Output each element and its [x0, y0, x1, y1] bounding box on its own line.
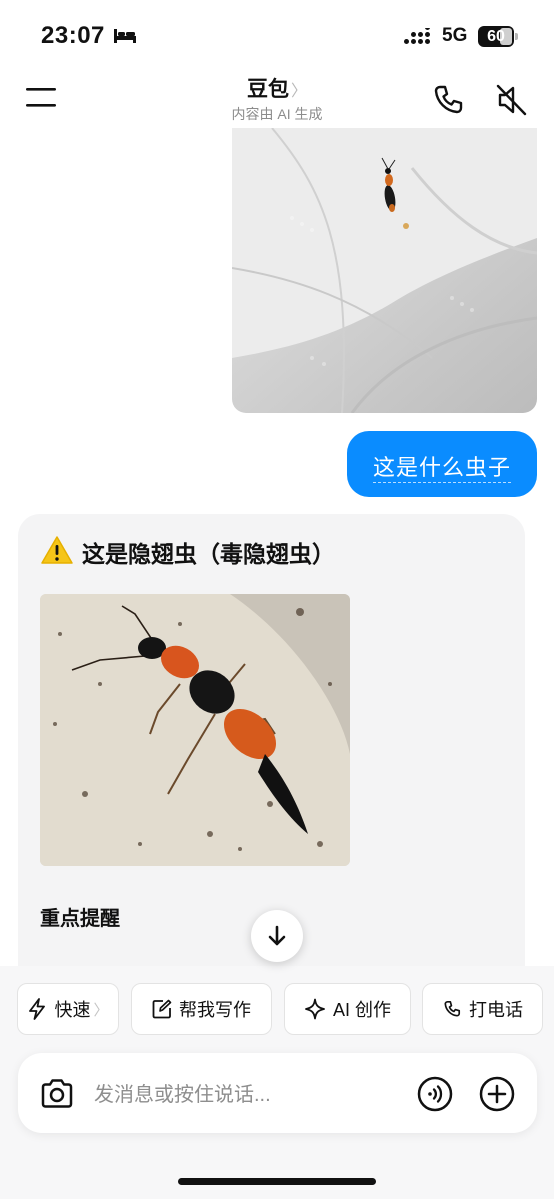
add-attachment-icon[interactable]	[478, 1075, 516, 1113]
lightning-icon	[29, 998, 46, 1020]
ai-reference-photo[interactable]	[40, 594, 350, 866]
scroll-to-bottom-button[interactable]	[251, 910, 303, 962]
ai-reply-heading: 这是隐翅虫（毒隐翅虫）	[82, 541, 335, 567]
sparkle-icon	[305, 998, 325, 1020]
tissue-with-beetle-image	[232, 128, 537, 413]
call-chip[interactable]: 打电话	[422, 983, 543, 1035]
phone-icon	[444, 1000, 461, 1017]
warning-icon	[41, 536, 73, 564]
sleep-focus-icon	[114, 29, 136, 43]
chevron-right-icon: 〉	[290, 83, 307, 100]
arrow-down-icon	[268, 925, 286, 946]
mode-fast-chip[interactable]: 快速〉	[17, 983, 119, 1035]
chip-label: 打电话	[469, 1000, 523, 1020]
user-sent-photo[interactable]	[232, 128, 537, 413]
speaker-muted-icon[interactable]	[494, 82, 530, 118]
chat-title[interactable]: 豆包〉	[0, 73, 554, 103]
voice-input-icon[interactable]	[416, 1075, 454, 1113]
battery-indicator: 60	[478, 26, 518, 47]
home-indicator[interactable]	[178, 1178, 376, 1185]
user-message-text: 这是什么虫子	[372, 455, 511, 483]
chip-label: 快速	[54, 1000, 91, 1020]
user-message-bubble[interactable]: 这是什么虫子	[347, 431, 537, 497]
ai-disclaimer: 内容由 AI 生成	[231, 106, 323, 122]
status-time: 23:07	[41, 22, 105, 49]
camera-icon[interactable]	[38, 1076, 76, 1112]
help-write-chip[interactable]: 帮我写作	[131, 983, 272, 1035]
network-type: 5G	[442, 25, 468, 46]
chevron-right-icon: 〉	[93, 1001, 109, 1019]
battery-level: 60	[487, 28, 505, 45]
chat-title-text: 豆包	[246, 78, 289, 101]
message-input[interactable]	[94, 1078, 394, 1112]
ai-reply-subheading: 重点提醒	[40, 908, 120, 930]
chip-label: AI 创作	[332, 1000, 391, 1020]
chip-label: 帮我写作	[179, 1000, 251, 1020]
phone-call-icon[interactable]	[430, 82, 466, 118]
rove-beetle-image	[40, 594, 350, 866]
edit-icon	[152, 999, 172, 1019]
ai-create-chip[interactable]: AI 创作	[284, 983, 411, 1035]
cellular-signal-icon	[404, 28, 430, 44]
